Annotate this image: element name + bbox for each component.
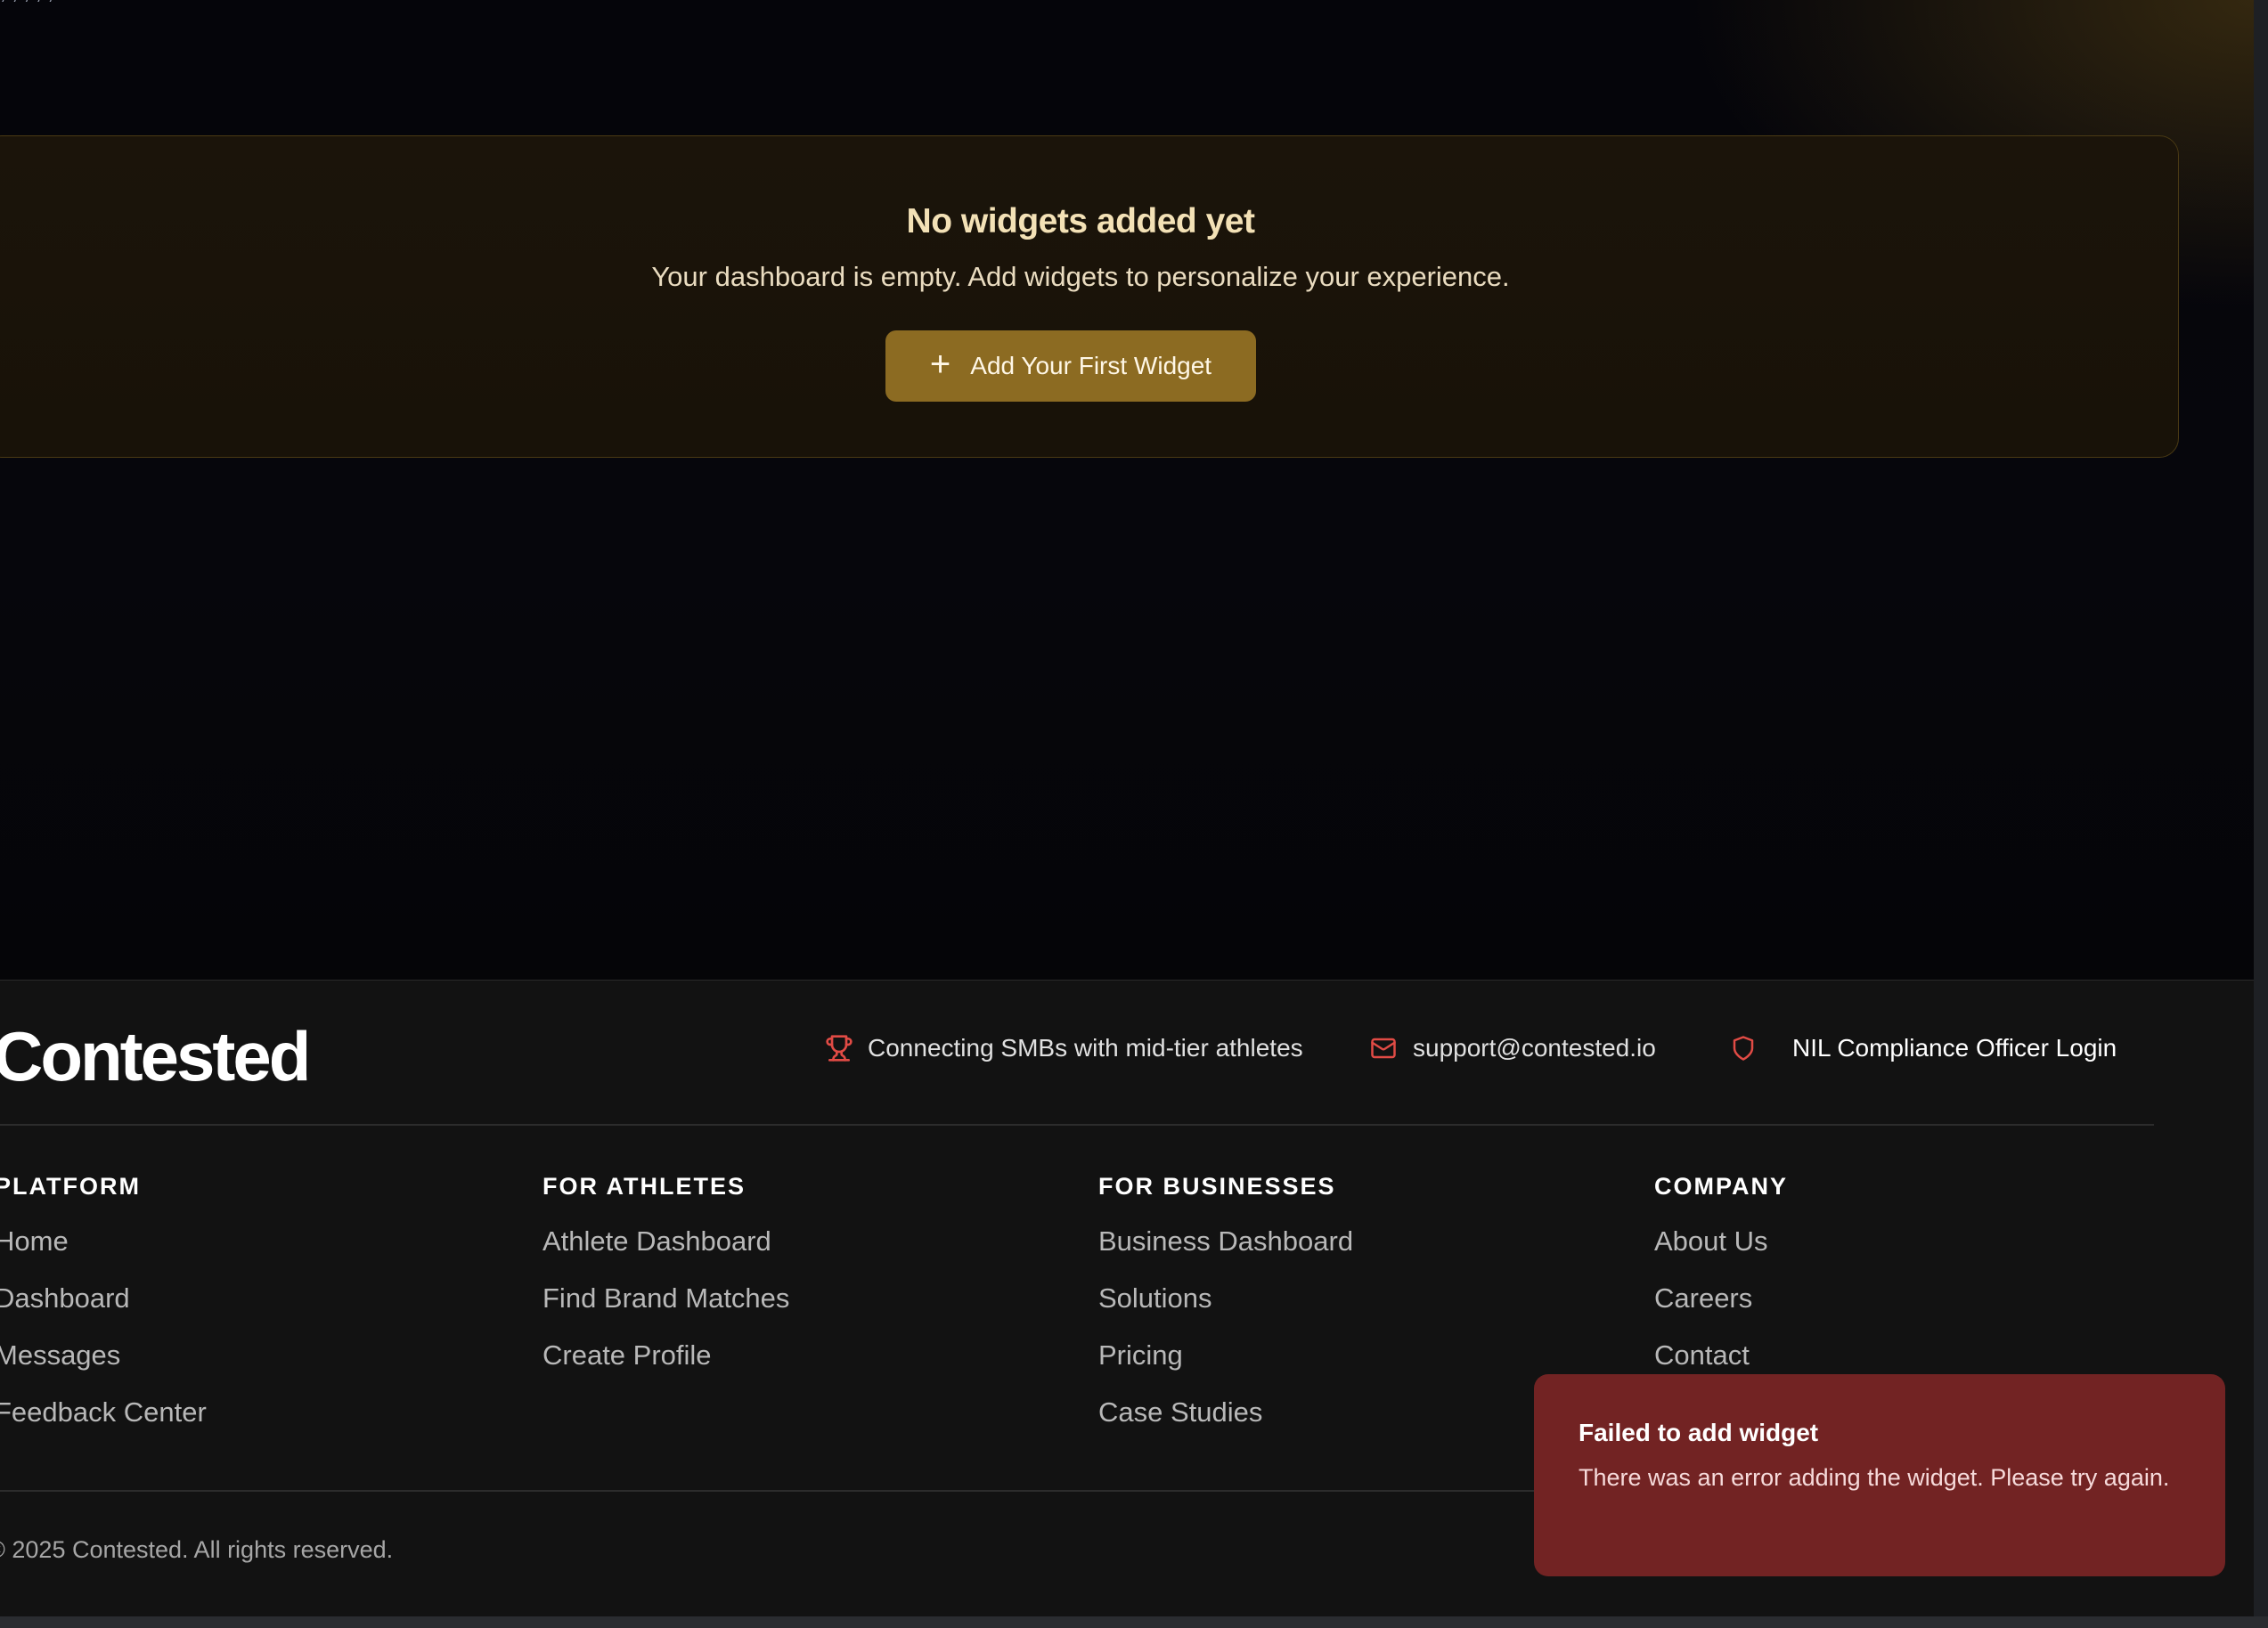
email-text[interactable]: support@contested.io [1413, 1034, 1656, 1062]
trophy-icon [825, 1034, 853, 1062]
footer-tagline: Connecting SMBs with mid-tier athletes [825, 1034, 1303, 1062]
empty-state-card: No widgets added yet Your dashboard is e… [0, 135, 2179, 458]
add-widget-label: Add Your First Widget [970, 352, 1212, 379]
window-edge [2254, 0, 2268, 1628]
footer-link-pricing[interactable]: Pricing [1098, 1327, 1353, 1384]
footer-link-about-us[interactable]: About Us [1654, 1213, 1788, 1270]
cutoff-text: , , , , , [0, 0, 534, 4]
empty-state-title: No widgets added yet [906, 202, 1255, 240]
footer-column-for-businesses: FOR BUSINESSES Business Dashboard Soluti… [1098, 1173, 1353, 1455]
footer-link-create-profile[interactable]: Create Profile [543, 1327, 789, 1384]
error-toast[interactable]: Failed to add widget There was an error … [1534, 1374, 2225, 1576]
footer-email[interactable]: support@contested.io [1368, 1034, 1656, 1062]
toast-title: Failed to add widget [1579, 1419, 1819, 1446]
footer-divider [0, 1124, 2154, 1126]
footer-link-home[interactable]: Home [0, 1213, 207, 1270]
column-heading: FOR ATHLETES [543, 1173, 746, 1200]
footer-link-messages[interactable]: Messages [0, 1327, 207, 1384]
copyright-text: © 2025 Contested. All rights reserved. [0, 1536, 394, 1563]
column-heading: PLATFORM [0, 1173, 141, 1200]
add-first-widget-button[interactable]: + Add Your First Widget [885, 330, 1256, 402]
column-heading: FOR BUSINESSES [1098, 1173, 1336, 1200]
plus-icon: + [929, 345, 951, 384]
footer-column-company: COMPANY About Us Careers Contact [1654, 1173, 1788, 1398]
footer-link-careers[interactable]: Careers [1654, 1270, 1788, 1327]
footer-link-athlete-dashboard[interactable]: Athlete Dashboard [543, 1213, 789, 1270]
footer-link-case-studies[interactable]: Case Studies [1098, 1384, 1353, 1441]
mail-icon [1368, 1035, 1399, 1062]
column-heading: COMPANY [1654, 1173, 1789, 1200]
footer-link-business-dashboard[interactable]: Business Dashboard [1098, 1213, 1353, 1270]
footer-link-dashboard[interactable]: Dashboard [0, 1270, 207, 1327]
footer-link-feedback-center[interactable]: Feedback Center [0, 1384, 207, 1441]
empty-state-description: Your dashboard is empty. Add widgets to … [651, 261, 1510, 292]
footer-logo[interactable]: Contested [0, 1016, 311, 1097]
window-bottom-edge [0, 1616, 2268, 1628]
shield-icon [1730, 1034, 1757, 1062]
footer-link-solutions[interactable]: Solutions [1098, 1270, 1353, 1327]
footer-column-for-athletes: FOR ATHLETES Athlete Dashboard Find Bran… [543, 1173, 789, 1398]
toast-message: There was an error adding the widget. Pl… [1579, 1464, 2170, 1491]
footer-link-find-brand-matches[interactable]: Find Brand Matches [543, 1270, 789, 1327]
dashboard-main: , , , , , No widgets added yet Your dash… [0, 0, 2254, 980]
compliance-login-link[interactable]: NIL Compliance Officer Login [1730, 1034, 2117, 1062]
tagline-text: Connecting SMBs with mid-tier athletes [868, 1034, 1303, 1062]
footer-column-platform: PLATFORM Home Dashboard Messages Feedbac… [0, 1173, 207, 1455]
compliance-login-label[interactable]: NIL Compliance Officer Login [1792, 1034, 2117, 1062]
